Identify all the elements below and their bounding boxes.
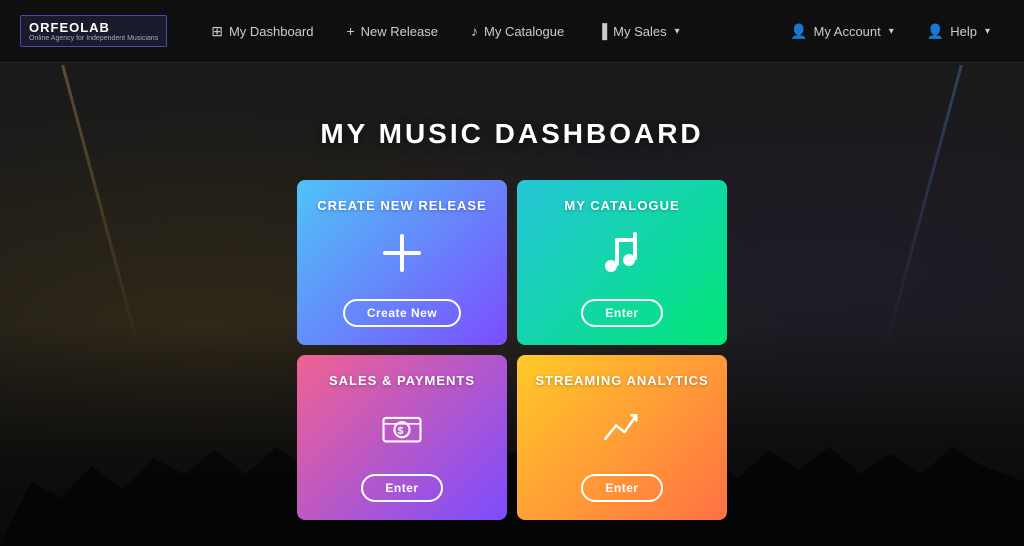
card-create-new-release[interactable]: CREATE NEW RELEASE Create New xyxy=(297,180,507,345)
card-catalogue-title: MY CATALOGUE xyxy=(564,198,679,213)
dashboard-grid: CREATE NEW RELEASE Create New MY CATALOG… xyxy=(297,180,727,520)
nav-help-label: Help xyxy=(950,24,977,39)
navbar: ORFEOLAB Online Agency for Independent M… xyxy=(0,0,1024,63)
logo-title: ORFEOLAB xyxy=(29,20,158,35)
card-create-title: CREATE NEW RELEASE xyxy=(317,198,486,213)
card-catalogue-icon xyxy=(597,228,647,285)
nav-left: ⊞ My Dashboard + New Release ♪ My Catalo… xyxy=(197,15,776,48)
help-icon: 👤 xyxy=(927,23,944,40)
sales-enter-button[interactable]: Enter xyxy=(361,474,442,502)
nav-item-catalogue[interactable]: ♪ My Catalogue xyxy=(457,15,578,47)
nav-account-label: My Account xyxy=(814,24,881,39)
plus-icon: + xyxy=(346,23,354,39)
user-icon: 👤 xyxy=(790,23,807,40)
card-sales-icon: $ xyxy=(381,407,423,456)
analytics-enter-button[interactable]: Enter xyxy=(581,474,662,502)
logo[interactable]: ORFEOLAB Online Agency for Independent M… xyxy=(20,15,167,47)
card-analytics-icon xyxy=(601,407,643,456)
help-dropdown-arrow: ▾ xyxy=(985,26,990,37)
card-sales-title: SALES & PAYMENTS xyxy=(329,373,475,388)
nav-sales-label: My Sales xyxy=(613,24,666,39)
card-streaming-analytics[interactable]: STREAMING ANALYTICS Enter xyxy=(517,355,727,520)
nav-item-sales[interactable]: ▐ My Sales ▾ xyxy=(583,15,693,47)
account-dropdown-arrow: ▾ xyxy=(889,26,894,37)
card-analytics-title: STREAMING ANALYTICS xyxy=(535,373,708,388)
nav-item-account[interactable]: 👤 My Account ▾ xyxy=(776,15,908,48)
nav-catalogue-label: My Catalogue xyxy=(484,24,564,39)
music-icon: ♪ xyxy=(471,23,478,39)
bar-chart-icon: ▐ xyxy=(597,23,607,39)
card-sales-payments[interactable]: SALES & PAYMENTS $ Enter xyxy=(297,355,507,520)
grid-icon: ⊞ xyxy=(211,23,223,40)
nav-item-dashboard[interactable]: ⊞ My Dashboard xyxy=(197,15,327,48)
card-my-catalogue[interactable]: MY CATALOGUE Enter xyxy=(517,180,727,345)
page-title: MY MUSIC DASHBOARD xyxy=(320,118,703,150)
nav-right: 👤 My Account ▾ 👤 Help ▾ xyxy=(776,15,1004,48)
catalogue-enter-button[interactable]: Enter xyxy=(581,299,662,327)
card-create-icon xyxy=(377,228,427,285)
nav-dashboard-label: My Dashboard xyxy=(229,24,314,39)
nav-item-new-release[interactable]: + New Release xyxy=(332,15,452,47)
create-new-button[interactable]: Create New xyxy=(343,299,461,327)
nav-item-help[interactable]: 👤 Help ▾ xyxy=(913,15,1004,48)
svg-text:$: $ xyxy=(398,425,404,436)
nav-new-release-label: New Release xyxy=(361,24,438,39)
sales-dropdown-arrow: ▾ xyxy=(675,26,680,37)
main-content: MY MUSIC DASHBOARD CREATE NEW RELEASE Cr… xyxy=(0,63,1024,520)
logo-subtitle: Online Agency for Independent Musicians xyxy=(29,35,158,42)
